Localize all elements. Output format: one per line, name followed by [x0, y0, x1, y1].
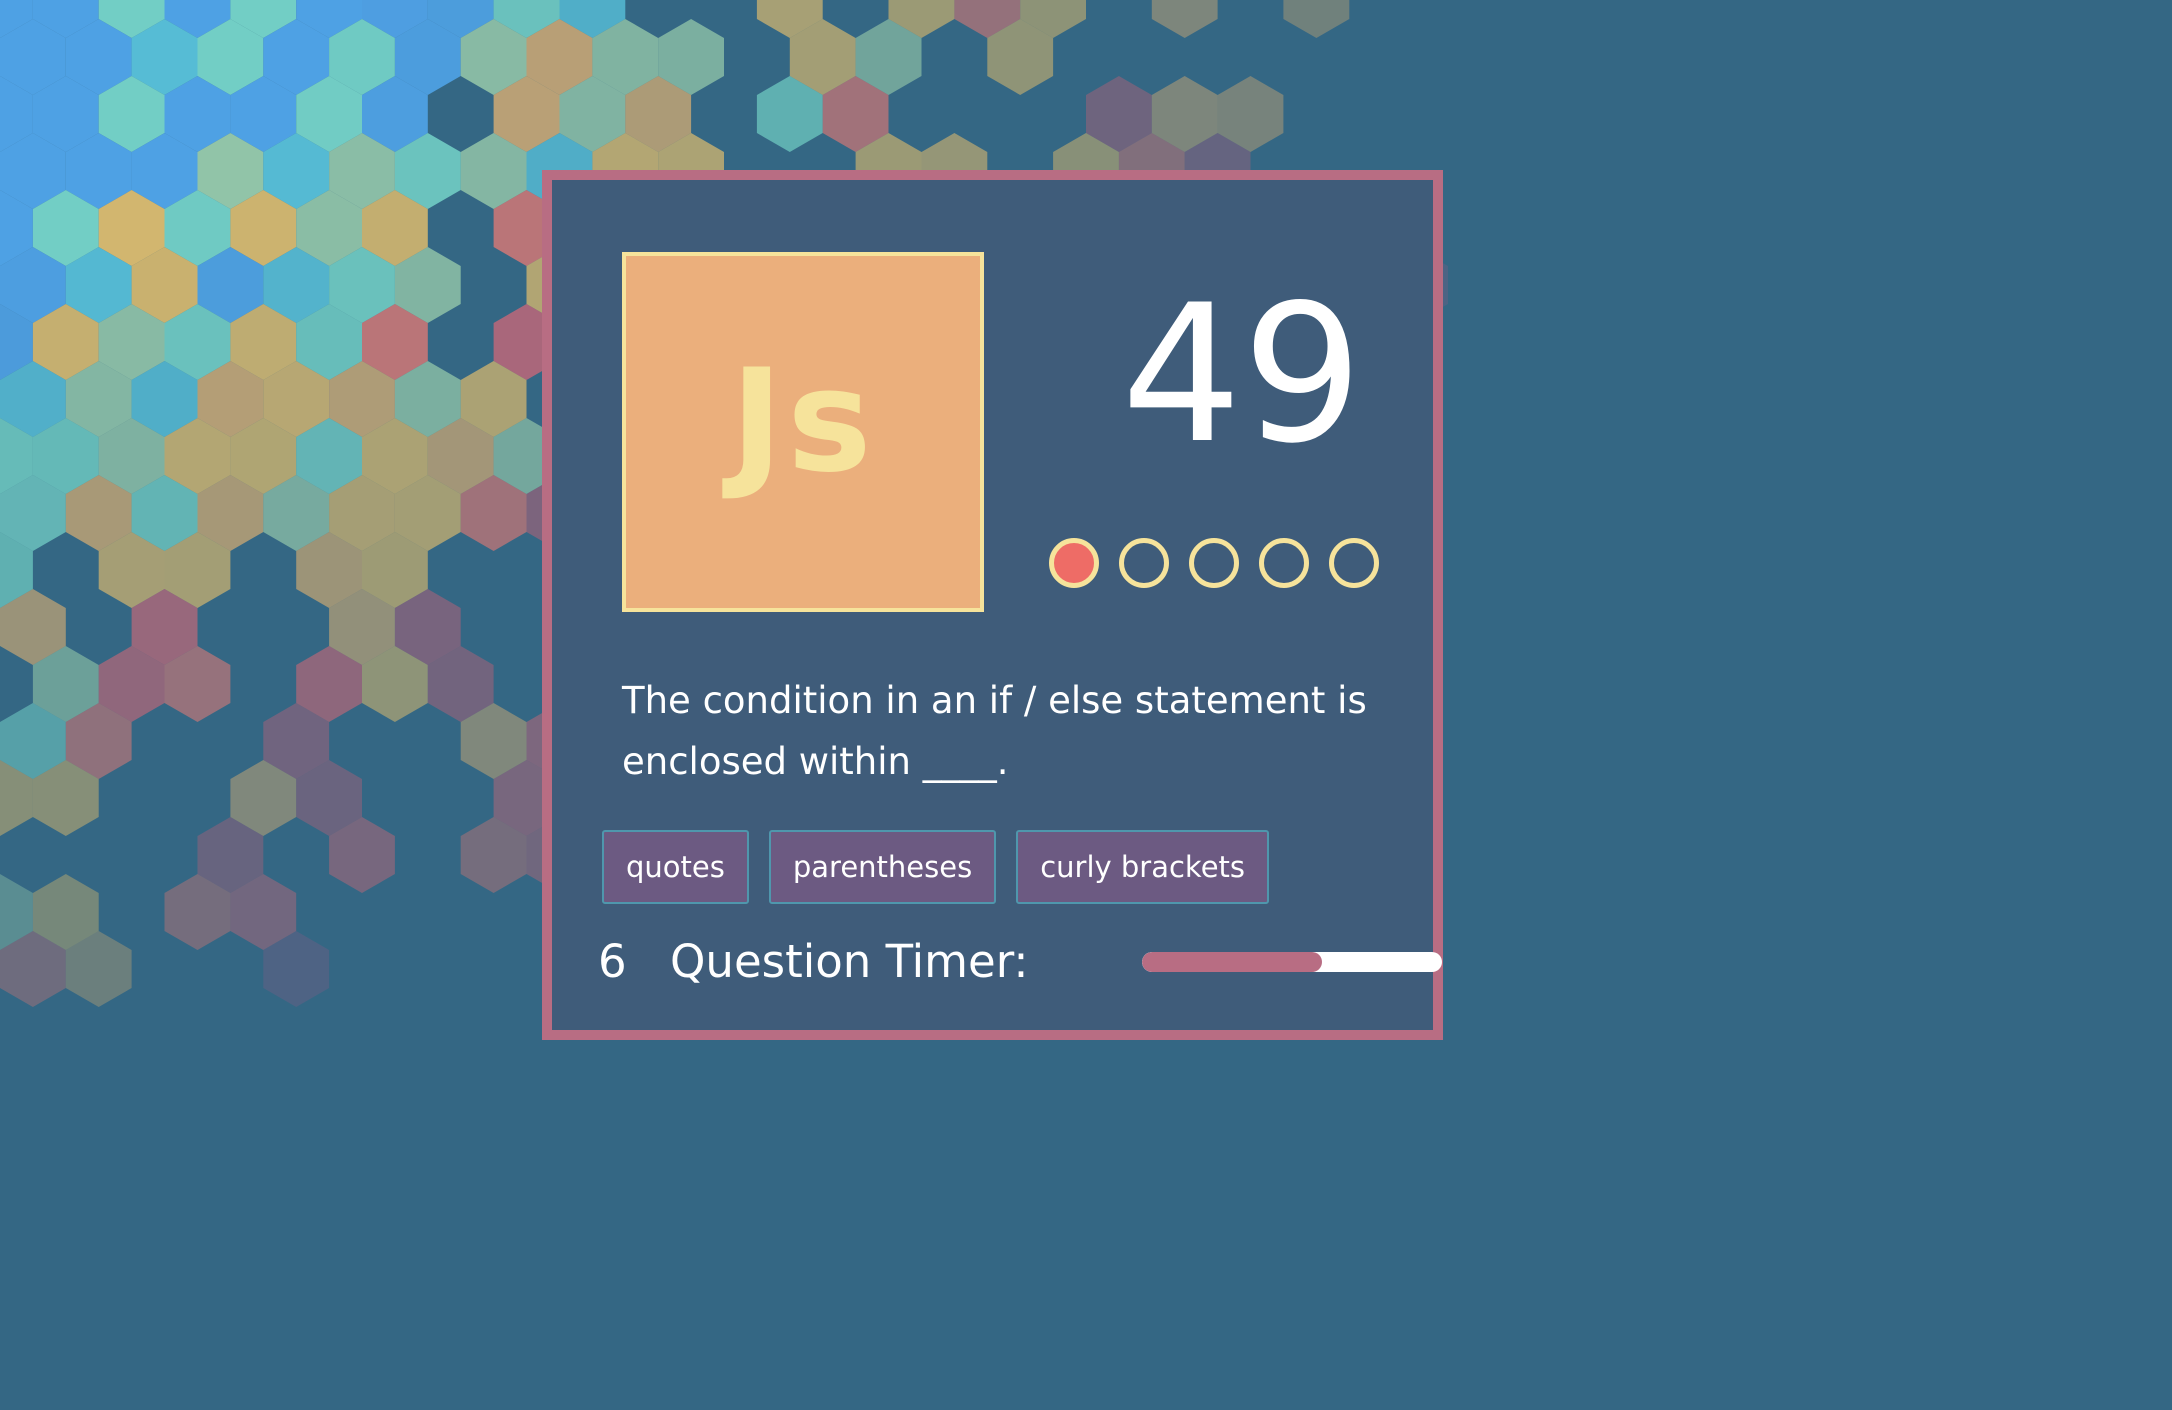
answer-button-curly-brackets[interactable]: curly brackets [1016, 830, 1270, 904]
answer-options: quotes parentheses curly brackets [602, 830, 1270, 904]
question-timer: 6 Question Timer: [598, 932, 1442, 992]
answer-button-quotes[interactable]: quotes [602, 830, 749, 904]
timer-bar [1142, 952, 1442, 972]
timer-bar-fill [1142, 952, 1322, 972]
progress-dot [1119, 538, 1169, 588]
question-progress-dots [1049, 538, 1379, 588]
score-display: 49 [1121, 264, 1363, 485]
timer-seconds: 6 [598, 935, 627, 988]
progress-dot [1049, 538, 1099, 588]
answer-button-parentheses[interactable]: parentheses [768, 830, 997, 904]
js-logo: Js [622, 252, 984, 612]
js-logo-text: Js [730, 339, 876, 504]
question-text: The condition in an if / else statement … [622, 679, 1367, 783]
progress-dot [1329, 538, 1379, 588]
timer-label: Question Timer: [670, 935, 1029, 988]
quiz-card: Js 49 The condition in an if / else stat… [542, 170, 1443, 1040]
progress-dot [1259, 538, 1309, 588]
progress-dot [1189, 538, 1239, 588]
